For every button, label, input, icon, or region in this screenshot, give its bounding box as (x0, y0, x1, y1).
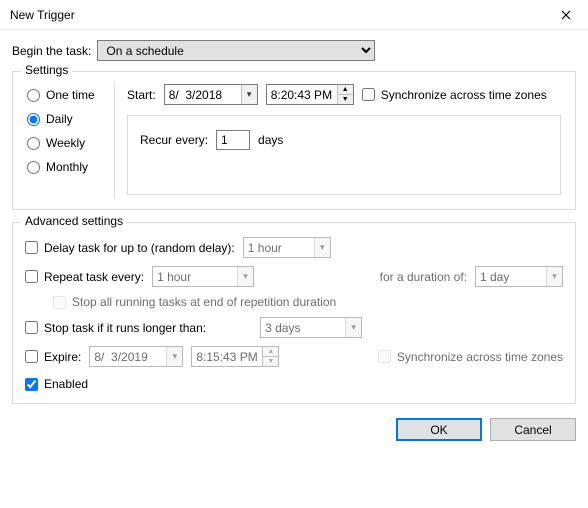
delay-combo: ▾ (243, 237, 331, 258)
expire-sync-checkbox: Synchronize across time zones (378, 350, 563, 364)
time-spinner: ▲▼ (262, 347, 278, 366)
duration-combo: ▾ (475, 266, 563, 287)
window-title: New Trigger (10, 8, 75, 22)
start-label: Start: (127, 88, 156, 102)
radio-daily[interactable]: Daily (27, 112, 108, 126)
recur-value-input[interactable] (216, 130, 250, 150)
begin-task-label: Begin the task: (12, 44, 91, 58)
start-date-input[interactable] (165, 85, 241, 104)
radio-monthly[interactable]: Monthly (27, 160, 108, 174)
schedule-column: Start: ▾ ▲▼ Synchronize across time zone… (115, 82, 565, 199)
repeat-every-combo: ▾ (152, 266, 254, 287)
begin-task-row: Begin the task: On a schedule (12, 40, 576, 61)
chevron-down-icon: ▾ (314, 238, 330, 257)
enabled-checkbox[interactable]: Enabled (25, 377, 88, 391)
radio-one-time[interactable]: One time (27, 88, 108, 102)
start-time-input[interactable] (267, 85, 337, 104)
start-date-picker[interactable]: ▾ (164, 84, 258, 105)
expire-date-input (90, 347, 166, 366)
stop-all-checkbox: Stop all running tasks at end of repetit… (53, 295, 336, 309)
advanced-fieldset: Advanced settings Delay task for up to (… (12, 222, 576, 404)
close-icon (561, 10, 571, 20)
expire-date-picker: ▾ (89, 346, 183, 367)
expire-checkbox[interactable]: Expire: (25, 350, 81, 364)
sync-timezones-checkbox[interactable]: Synchronize across time zones (362, 88, 547, 102)
recur-label: Recur every: (140, 133, 208, 147)
chevron-down-icon: ▾ (546, 267, 562, 286)
repeat-every-value (153, 267, 237, 286)
duration-label: for a duration of: (380, 270, 467, 284)
titlebar: New Trigger (0, 0, 588, 30)
settings-fieldset: Settings One time Daily Weekly Monthly S… (12, 71, 576, 210)
spin-down-icon[interactable]: ▼ (338, 95, 353, 104)
radio-weekly[interactable]: Weekly (27, 136, 108, 150)
stop-if-combo: ▾ (260, 317, 362, 338)
ok-button[interactable]: OK (396, 418, 482, 441)
stop-if-checkbox[interactable]: Stop task if it runs longer than: (25, 321, 206, 335)
spin-up-icon: ▲ (263, 347, 278, 357)
begin-task-select[interactable]: On a schedule (97, 40, 375, 61)
calendar-dropdown-icon: ▾ (166, 347, 182, 366)
chevron-down-icon: ▾ (237, 267, 253, 286)
spin-down-icon: ▼ (263, 357, 278, 366)
start-time-picker[interactable]: ▲▼ (266, 84, 354, 105)
chevron-down-icon: ▾ (345, 318, 361, 337)
dialog-footer: OK Cancel (0, 410, 588, 451)
recur-unit: days (258, 133, 283, 147)
stop-if-value (261, 318, 345, 337)
advanced-legend: Advanced settings (21, 214, 127, 228)
frequency-column: One time Daily Weekly Monthly (23, 82, 115, 199)
settings-legend: Settings (21, 63, 72, 77)
delay-value (244, 238, 314, 257)
repeat-checkbox[interactable]: Repeat task every: (25, 270, 144, 284)
close-button[interactable] (543, 0, 588, 30)
duration-value (476, 267, 546, 286)
calendar-dropdown-icon[interactable]: ▾ (241, 85, 257, 104)
expire-time-input (192, 347, 262, 366)
delay-checkbox[interactable]: Delay task for up to (random delay): (25, 241, 235, 255)
recur-box: Recur every: days (127, 115, 561, 195)
cancel-button[interactable]: Cancel (490, 418, 576, 441)
time-spinner[interactable]: ▲▼ (337, 85, 353, 104)
spin-up-icon[interactable]: ▲ (338, 85, 353, 95)
expire-time-picker: ▲▼ (191, 346, 279, 367)
